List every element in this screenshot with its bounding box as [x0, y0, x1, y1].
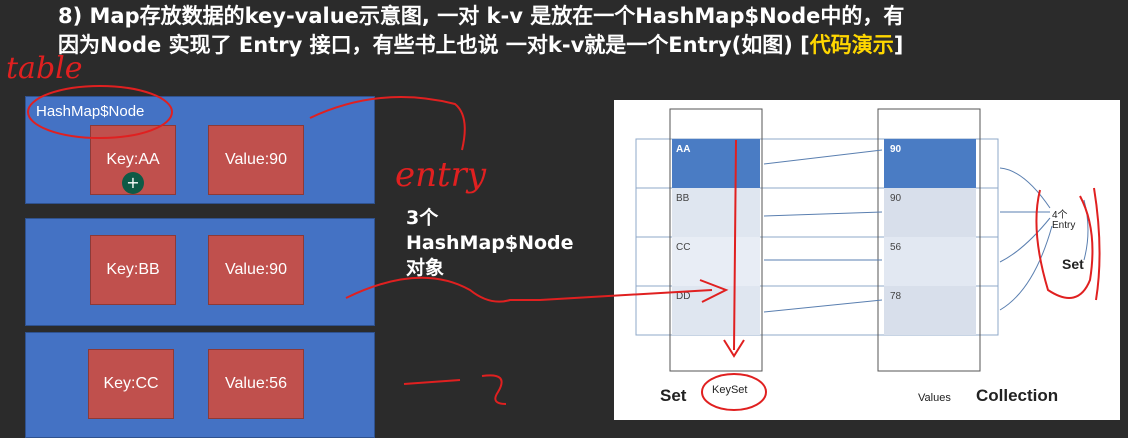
- keyset-label: KeySet: [712, 384, 748, 396]
- entry-count-label: 4个: [1052, 210, 1068, 221]
- hashmap-node-1: HashMap$Node Key:AA Value:90: [25, 96, 375, 204]
- keyset-set-label: Set: [660, 386, 687, 405]
- key-dd: DD: [676, 291, 691, 302]
- heading-line-2-text: 因为Node 实现了 Entry 接口，有些书上也说 一对k-v就是一个Entr…: [58, 33, 810, 57]
- pointer-cursor-icon: +: [122, 172, 144, 194]
- heading-line-1: 8) Map存放数据的key-value示意图, 一对 k-v 是放在一个Has…: [58, 4, 905, 28]
- node-3-key: Key:CC: [88, 349, 174, 419]
- node-title: HashMap$Node: [36, 103, 145, 120]
- note-line-2: HashMap$Node: [406, 232, 574, 254]
- key-aa: AA: [676, 144, 691, 155]
- collection-label: Collection: [976, 386, 1059, 405]
- values-label: Values: [918, 392, 951, 404]
- entry-label: Entry: [1052, 220, 1076, 231]
- heading-line-2: 因为Node 实现了 Entry 接口，有些书上也说 一对k-v就是一个Entr…: [58, 31, 1118, 60]
- value-4: 78: [890, 291, 902, 302]
- entry-diagram: AA BB CC DD 90 90 56 78 4个 Entry Set Set…: [614, 100, 1120, 420]
- entry-scribble: entry: [395, 155, 487, 195]
- bottom-scribble: [403, 374, 507, 405]
- entry-set-label: Set: [1062, 256, 1084, 272]
- key-cc: CC: [676, 242, 691, 253]
- code-demo-link[interactable]: 代码演示: [810, 33, 894, 57]
- note-line-3: 对象: [406, 257, 445, 279]
- heading-line-2-end: ]: [893, 33, 904, 57]
- note-line-1: 3个: [406, 207, 439, 229]
- hashmap-node-2: Key:BB Value:90: [25, 218, 375, 326]
- value-3: 56: [890, 242, 902, 253]
- value-2: 90: [890, 193, 902, 204]
- node-count-note: 3个 HashMap$Node 对象: [406, 206, 574, 281]
- value-1: 90: [890, 144, 902, 155]
- node-2-key: Key:BB: [90, 235, 176, 305]
- node-1-value: Value:90: [208, 125, 304, 195]
- key-bb: BB: [676, 193, 690, 204]
- hashmap-node-3: Key:CC Value:56: [25, 332, 375, 438]
- node-2-value: Value:90: [208, 235, 304, 305]
- slide-heading: 8) Map存放数据的key-value示意图, 一对 k-v 是放在一个Has…: [58, 2, 1118, 60]
- node-3-value: Value:56: [208, 349, 304, 419]
